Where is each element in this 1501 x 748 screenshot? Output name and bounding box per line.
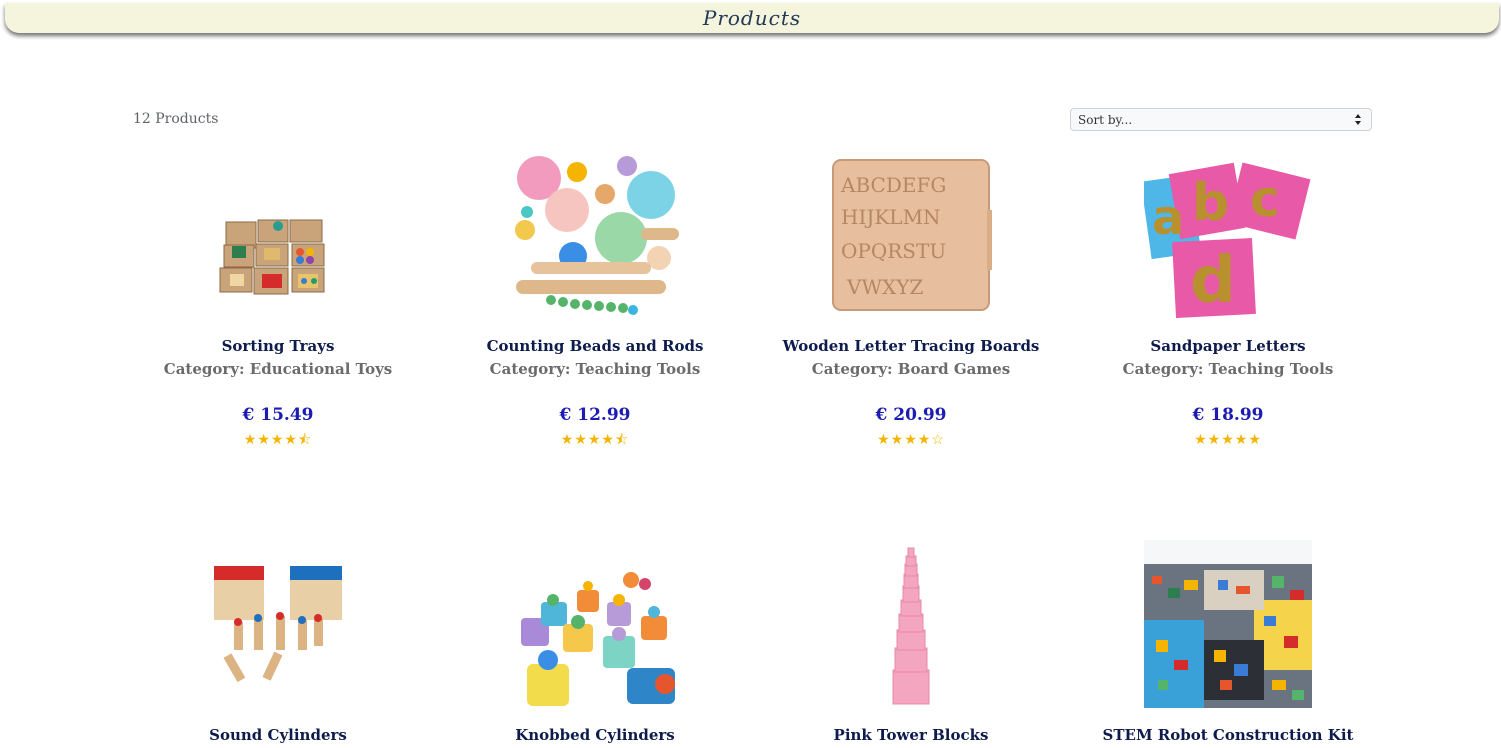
sandpaper-letter-c: c <box>1250 170 1280 228</box>
rating-stars-icon: ★★★★⯪ <box>560 432 630 448</box>
rating-stars-icon: ★★★★☆ <box>877 432 945 448</box>
product-name[interactable]: Knobbed Cylinders <box>445 726 745 744</box>
product-category: Category: Educational Toys <box>163 360 393 378</box>
sort-select[interactable]: Sort by... <box>1070 108 1372 131</box>
product-name[interactable]: STEM Robot Construction Kit <box>1078 726 1378 744</box>
tracing-row-1: ABCDEFG <box>840 173 946 197</box>
product-image[interactable] <box>511 150 679 318</box>
products-page: Products 12 Products Sort by... Sorting … <box>0 0 1501 748</box>
product-price: € 20.99 <box>875 405 947 425</box>
product-price: € 15.49 <box>242 405 314 425</box>
product-price: € 18.99 <box>1192 405 1264 425</box>
sandpaper-letter-b: b <box>1192 173 1229 233</box>
product-image[interactable] <box>827 540 995 708</box>
product-card[interactable]: ABCDEFG HIJKLMN OPQRSTU VWXYZ Wooden Let… <box>761 150 1061 450</box>
product-count: 12 Products <box>133 111 219 127</box>
product-card[interactable]: Counting Beads and Rods Category: Teachi… <box>445 150 745 450</box>
tracing-row-3: OPQRSTU <box>841 239 946 263</box>
product-name[interactable]: Counting Beads and Rods <box>445 337 745 355</box>
product-image[interactable]: ABCDEFG HIJKLMN OPQRSTU VWXYZ <box>827 150 995 318</box>
header-bar: Products <box>5 3 1499 33</box>
product-category: Category: Teaching Tools <box>1122 360 1334 378</box>
product-card[interactable]: Sorting Trays Category: Educational Toys… <box>128 150 428 450</box>
product-name[interactable]: Wooden Letter Tracing Boards <box>761 337 1061 355</box>
product-image[interactable] <box>194 150 362 318</box>
product-category: Category: Board Games <box>811 360 1011 378</box>
rating-stars-icon: ★★★★★ <box>1194 432 1262 448</box>
sandpaper-letter-d: d <box>1190 244 1236 318</box>
product-price: € 12.99 <box>559 405 631 425</box>
sort-arrows-icon <box>1355 114 1361 125</box>
product-name[interactable]: Sorting Trays <box>128 337 428 355</box>
page-title: Products <box>702 6 802 30</box>
product-card[interactable]: STEM Robot Construction Kit <box>1078 540 1378 748</box>
product-card[interactable]: Knobbed Cylinders <box>445 540 745 748</box>
product-image[interactable]: a b c d <box>1140 150 1312 319</box>
sandpaper-letter-a: a <box>1152 190 1184 246</box>
sort-select-value: Sort by... <box>1078 113 1133 127</box>
product-name[interactable]: Pink Tower Blocks <box>761 726 1061 744</box>
rating-stars-icon: ★★★★⯪ <box>243 432 313 448</box>
product-card[interactable]: Sound Cylinders <box>128 540 428 748</box>
product-category: Category: Teaching Tools <box>489 360 701 378</box>
product-name[interactable]: Sound Cylinders <box>128 726 428 744</box>
tracing-row-4: VWXYZ <box>846 275 923 299</box>
product-image[interactable] <box>194 540 362 708</box>
product-image[interactable] <box>1144 540 1312 708</box>
product-card[interactable]: a b c d Sandpaper Letters Category: Teac… <box>1078 150 1378 450</box>
product-image[interactable] <box>511 540 679 708</box>
product-card[interactable]: Pink Tower Blocks <box>761 540 1061 748</box>
product-name[interactable]: Sandpaper Letters <box>1078 337 1378 355</box>
tracing-row-2: HIJKLMN <box>841 205 941 229</box>
